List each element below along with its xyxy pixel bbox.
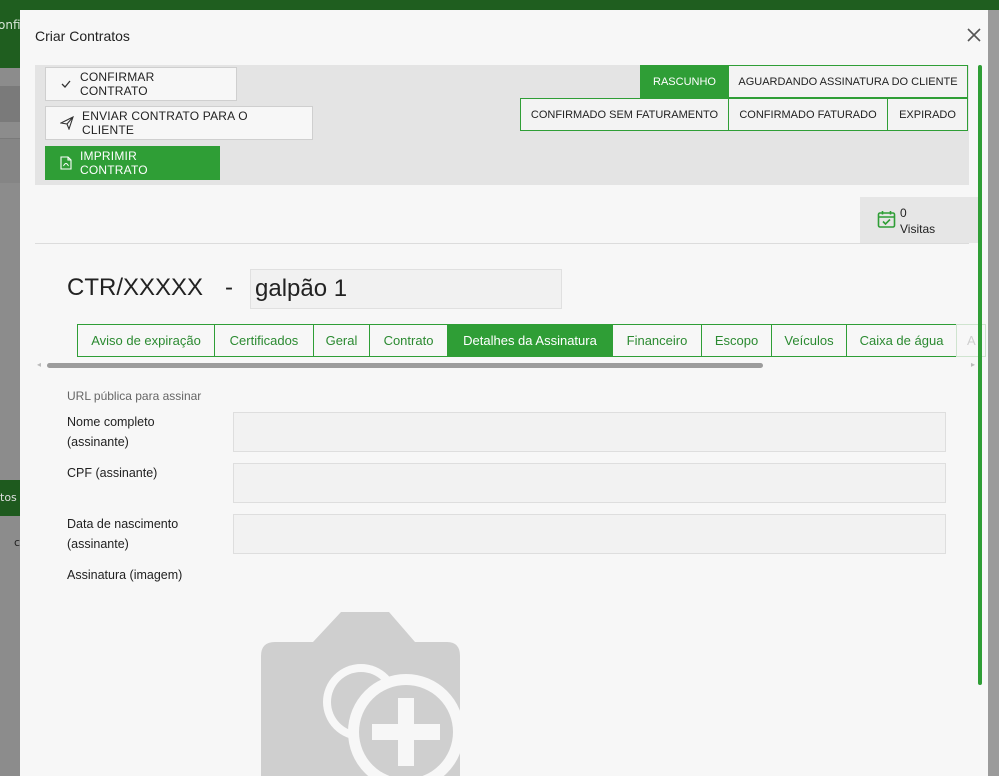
tab-financial[interactable]: Financeiro (612, 324, 702, 357)
background-band: tos (0, 480, 20, 516)
tab-expiration-notice[interactable]: Aviso de expiração (77, 324, 215, 357)
status-expired[interactable]: EXPIRADO (887, 98, 968, 131)
tabs-horizontal-scrollbar[interactable]: ◂ ▸ (37, 360, 977, 369)
background-block (0, 86, 20, 122)
full-name-field[interactable] (233, 412, 946, 452)
status-awaiting-signature[interactable]: AGUARDANDO ASSINATURA DO CLIENTE (728, 65, 968, 98)
scrollbar-thumb[interactable] (47, 363, 763, 368)
full-name-label: Nome completo (assinante) (67, 412, 217, 452)
full-name-label-line2: (assinante) (67, 435, 129, 449)
background-left-panel: tos c (0, 68, 20, 776)
confirm-contract-button[interactable]: CONFIRMAR CONTRATO (45, 67, 237, 101)
full-name-label-line1: Nome completo (67, 415, 155, 429)
tab-contract[interactable]: Contrato (369, 324, 448, 357)
divider (35, 243, 969, 244)
birth-date-label: Data de nascimento (assinante) (67, 514, 217, 554)
scroll-left-arrow-icon[interactable]: ◂ (37, 360, 41, 369)
tab-water-tank[interactable]: Caixa de água (846, 324, 957, 357)
contract-separator: - (225, 274, 233, 301)
tab-certificates[interactable]: Certificados (214, 324, 314, 357)
tab-scope[interactable]: Escopo (701, 324, 772, 357)
send-contract-label: ENVIAR CONTRATO PARA O CLIENTE (82, 109, 248, 137)
visits-counter[interactable]: 0 Visitas (860, 197, 978, 243)
birth-date-label-line2: (assinante) (67, 537, 129, 551)
print-contract-button[interactable]: IMPRIMIR CONTRATO (45, 146, 220, 180)
visits-label: Visitas (900, 222, 936, 236)
pdf-icon (60, 156, 72, 170)
birth-date-field[interactable] (233, 514, 946, 554)
contract-code: CTR/XXXXX (67, 274, 204, 301)
contract-name-input[interactable]: galpão 1 (250, 269, 562, 309)
paper-plane-icon (60, 116, 74, 130)
signature-image-label: Assinatura (imagem) (67, 568, 183, 582)
calendar-check-icon (877, 211, 896, 228)
background-block (0, 138, 20, 183)
add-photo-icon[interactable] (261, 612, 466, 776)
public-url-label: URL pública para assinar (67, 389, 202, 403)
visits-count: 0 (900, 206, 907, 220)
background-right-strip (988, 0, 999, 776)
modal-title: Criar Contratos (35, 28, 130, 44)
background-topbar-edge (988, 0, 999, 10)
tab-signature-details[interactable]: Detalhes da Assinatura (447, 324, 613, 357)
tab-general[interactable]: Geral (313, 324, 370, 357)
tab-vehicles[interactable]: Veículos (771, 324, 847, 357)
cpf-field[interactable] (233, 463, 946, 503)
background-topbar-text: onfi (0, 18, 21, 32)
birth-date-label-line1: Data de nascimento (67, 517, 179, 531)
status-draft[interactable]: RASCUNHO (640, 65, 729, 98)
scroll-right-arrow-icon[interactable]: ▸ (971, 360, 975, 369)
action-toolbar: CONFIRMAR CONTRATO ENVIAR CONTRATO PARA … (35, 65, 969, 185)
cpf-label: CPF (assinante) (67, 466, 158, 480)
modal-vertical-scrollbar[interactable] (978, 65, 982, 685)
status-confirmed-no-billing[interactable]: CONFIRMADO SEM FATURAMENTO (520, 98, 729, 131)
send-contract-button[interactable]: ENVIAR CONTRATO PARA O CLIENTE (45, 106, 313, 140)
background-band-text: tos (0, 491, 17, 504)
create-contract-modal: Criar Contratos CONFIRMAR CONTRATO ENVIA… (20, 10, 988, 776)
print-contract-label: IMPRIMIR CONTRATO (80, 149, 148, 177)
status-confirmed-billed[interactable]: CONFIRMADO FATURADO (728, 98, 888, 131)
check-icon (61, 80, 71, 88)
close-icon[interactable] (964, 26, 984, 46)
confirm-contract-label: CONFIRMAR CONTRATO (80, 70, 155, 98)
